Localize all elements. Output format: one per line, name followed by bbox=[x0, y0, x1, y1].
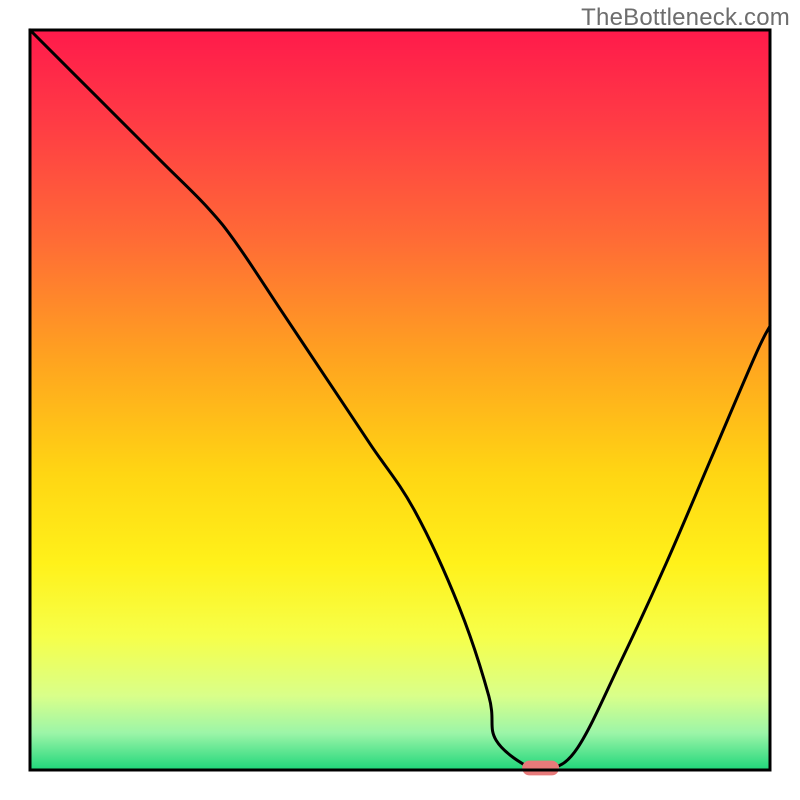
optimal-marker bbox=[522, 761, 559, 776]
watermark-text: TheBottleneck.com bbox=[581, 4, 790, 32]
chart-container: TheBottleneck.com bbox=[0, 0, 800, 800]
bottleneck-chart bbox=[0, 0, 800, 800]
